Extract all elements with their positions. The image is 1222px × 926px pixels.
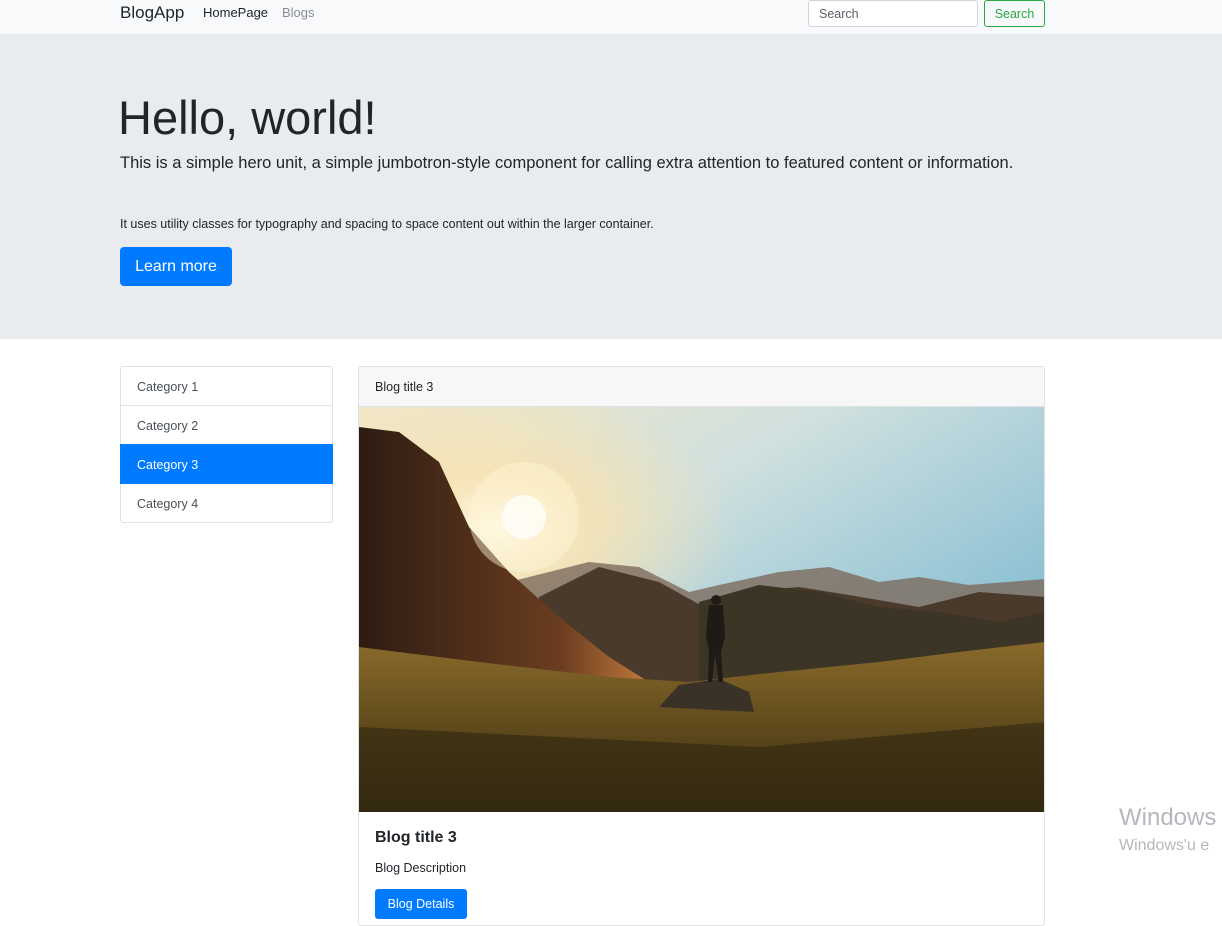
card-title: Blog title 3 [375,829,457,846]
nav-link-homepage[interactable]: HomePage [203,4,268,22]
windows-activation-watermark: Windows Windows'u e [1119,803,1222,857]
search-input[interactable] [808,0,978,27]
hero-text: It uses utility classes for typography a… [120,217,654,231]
category-item-3[interactable]: Category 3 [120,444,333,484]
category-item-2[interactable]: Category 2 [120,405,333,445]
card-header: Blog title 3 [359,367,1044,407]
hero-title: Hello, world! [118,91,377,144]
card-description: Blog Description [375,861,467,875]
watermark-subtitle: Windows'u e [1119,837,1210,854]
navbar: BlogApp HomePage Blogs Search [0,0,1222,35]
learn-more-button[interactable]: Learn more [120,247,232,286]
watermark-title: Windows [1119,804,1217,831]
nav-link-blogs[interactable]: Blogs [282,4,315,22]
hero-lead: This is a simple hero unit, a simple jum… [120,154,1014,172]
category-item-4[interactable]: Category 4 [120,483,333,523]
blog-details-button[interactable]: Blog Details [375,889,467,919]
blog-image [359,407,1044,812]
jumbotron: Hello, world! This is a simple hero unit… [0,35,1222,339]
search-button[interactable]: Search [984,0,1045,27]
category-item-1[interactable]: Category 1 [120,366,333,406]
brand-link[interactable]: BlogApp [120,3,184,23]
category-list: Category 1 Category 2 Category 3 Categor… [120,366,333,523]
blog-card: Blog title 3 Blog title 3 Blog Descripti… [358,366,1045,926]
